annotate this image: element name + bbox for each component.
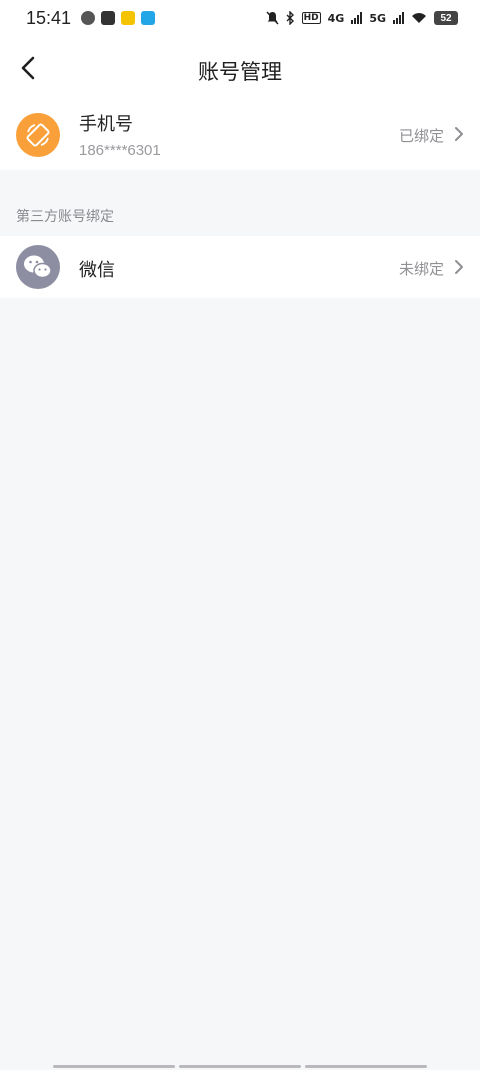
home-indicator[interactable] xyxy=(53,1065,427,1068)
wechat-icon xyxy=(24,255,52,279)
chevron-right-icon xyxy=(455,260,463,274)
battery-icon: 52 xyxy=(434,11,458,25)
status-bar: 15:41 HD 4G 5G 52 xyxy=(0,0,480,36)
browser-app-icon xyxy=(141,11,156,25)
page-title: 账号管理 xyxy=(198,60,282,84)
phone-rotate-icon xyxy=(26,123,50,147)
mute-bell-icon xyxy=(266,11,279,25)
network-4g-label: 4G xyxy=(327,11,345,25)
home-indicator-segment xyxy=(305,1065,427,1068)
phone-status: 已绑定 xyxy=(398,127,444,145)
wifi-icon xyxy=(412,13,426,23)
phone-number: 186****6301 xyxy=(79,142,161,159)
home-indicator-segment xyxy=(179,1065,301,1068)
wechat-avatar xyxy=(16,245,60,289)
phone-avatar xyxy=(16,113,60,157)
status-time: 15:41 xyxy=(26,7,72,28)
home-indicator-segment xyxy=(53,1065,175,1068)
status-app-icons xyxy=(81,11,156,25)
phone-title: 手机号 xyxy=(79,114,133,135)
nav-bar: 账号管理 xyxy=(0,36,480,102)
network-5g-label: 5G xyxy=(369,11,386,25)
phone-binding-row[interactable]: 手机号 186****6301 已绑定 xyxy=(0,100,480,170)
signal-2-icon xyxy=(393,12,404,24)
wechat-status: 未绑定 xyxy=(398,260,444,278)
status-indicators: HD 4G 5G 52 xyxy=(266,11,458,25)
wechat-binding-row[interactable]: 微信 未绑定 xyxy=(0,236,480,298)
third-party-section-label: 第三方账号绑定 xyxy=(16,209,114,225)
wechat-title: 微信 xyxy=(79,260,115,281)
video-app-icon xyxy=(101,11,116,25)
game-app-icon xyxy=(81,11,96,25)
bluetooth-icon xyxy=(286,11,294,25)
chevron-right-icon xyxy=(455,127,463,141)
hd-badge: HD xyxy=(301,12,321,24)
signal-1-icon xyxy=(351,12,363,24)
meituan-app-icon xyxy=(121,11,136,25)
